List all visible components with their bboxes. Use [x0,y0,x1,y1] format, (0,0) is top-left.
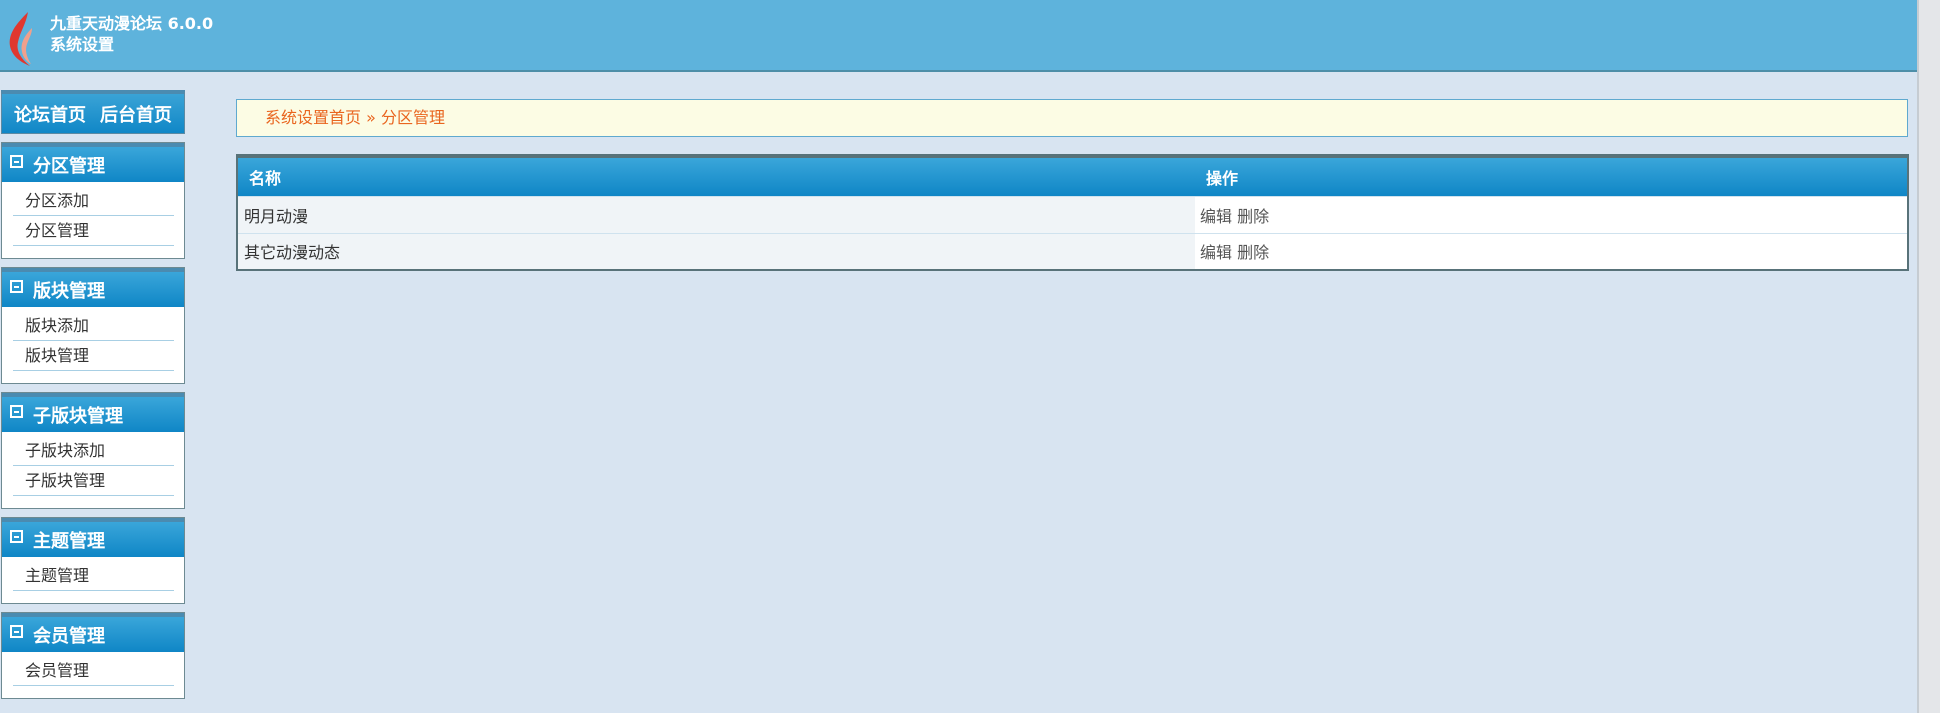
collapse-icon [10,155,23,168]
menu-item-board-manage[interactable]: 版块管理 [13,341,174,371]
menu-item-topic-manage[interactable]: 主题管理 [13,561,174,591]
menu-items-zones: 分区添加 分区管理 [2,182,184,258]
zone-name-cell: 明月动漫 [237,195,1195,233]
edit-link[interactable]: 编辑 [1200,243,1232,262]
top-nav-links: 论坛首页 后台首页 [1,90,185,134]
menu-items-boards: 版块添加 版块管理 [2,307,184,383]
breadcrumb-current: 分区管理 [381,108,446,127]
menu-section-zones: 分区管理 分区添加 分区管理 [1,142,185,259]
menu-header-zones[interactable]: 分区管理 [2,143,184,182]
collapse-icon [10,530,23,543]
menu-section-members: 会员管理 会员管理 [1,612,185,699]
table-row: 其它动漫动态 编辑 删除 [237,232,1908,270]
flame-logo-icon [9,12,32,66]
menu-header-boards[interactable]: 版块管理 [2,268,184,307]
app-subtitle: 系统设置 [50,35,115,54]
menu-item-zone-manage[interactable]: 分区管理 [13,216,174,246]
menu-item-subboard-add[interactable]: 子版块添加 [13,436,174,466]
menu-header-label: 版块管理 [33,280,105,302]
menu-items-subboards: 子版块添加 子版块管理 [2,432,184,508]
table-row: 明月动漫 编辑 删除 [237,195,1908,233]
delete-link[interactable]: 删除 [1237,207,1269,226]
menu-header-label: 主题管理 [33,530,105,552]
top-header: 九重天动漫论坛 6.0.0 系统设置 [0,0,1917,72]
column-header-actions: 操作 [1195,156,1908,196]
menu-items-members: 会员管理 [2,652,184,698]
app-title-block: 九重天动漫论坛 6.0.0 系统设置 [50,13,213,55]
menu-header-label: 分区管理 [33,155,105,177]
menu-header-subboards[interactable]: 子版块管理 [2,393,184,432]
menu-item-board-add[interactable]: 版块添加 [13,311,174,341]
collapse-icon [10,625,23,638]
menu-item-zone-add[interactable]: 分区添加 [13,186,174,216]
admin-home-link[interactable]: 后台首页 [100,101,172,127]
menu-item-subboard-manage[interactable]: 子版块管理 [13,466,174,496]
menu-item-member-manage[interactable]: 会员管理 [13,656,174,686]
edit-link[interactable]: 编辑 [1200,207,1232,226]
forum-home-link[interactable]: 论坛首页 [14,101,86,127]
menu-header-label: 子版块管理 [33,405,123,427]
app-title: 九重天动漫论坛 6.0.0 [50,14,214,33]
zone-name-cell: 其它动漫动态 [237,232,1195,270]
zone-table: 名称 操作 明月动漫 编辑 删除 其它动漫动态 编辑 删除 [236,154,1909,271]
breadcrumb-root-link[interactable]: 系统设置首页 [265,108,361,127]
window-right-edge [1917,0,1940,713]
menu-section-subboards: 子版块管理 子版块添加 子版块管理 [1,392,185,509]
menu-header-label: 会员管理 [33,625,105,647]
collapse-icon [10,405,23,418]
actions-cell: 编辑 删除 [1195,232,1908,270]
actions-cell: 编辑 删除 [1195,195,1908,233]
menu-section-boards: 版块管理 版块添加 版块管理 [1,267,185,384]
delete-link[interactable]: 删除 [1237,243,1269,262]
menu-header-members[interactable]: 会员管理 [2,613,184,652]
menu-items-topics: 主题管理 [2,557,184,603]
menu-section-topics: 主题管理 主题管理 [1,517,185,604]
sidebar: 论坛首页 后台首页 分区管理 分区添加 分区管理 版块管理 版块添加 版块管理 … [1,90,185,707]
breadcrumb: 系统设置首页 » 分区管理 [236,99,1908,137]
menu-header-topics[interactable]: 主题管理 [2,518,184,557]
table-header-row: 名称 操作 [237,156,1908,196]
breadcrumb-separator: » [366,108,376,127]
collapse-icon [10,280,23,293]
column-header-name: 名称 [237,156,1195,196]
